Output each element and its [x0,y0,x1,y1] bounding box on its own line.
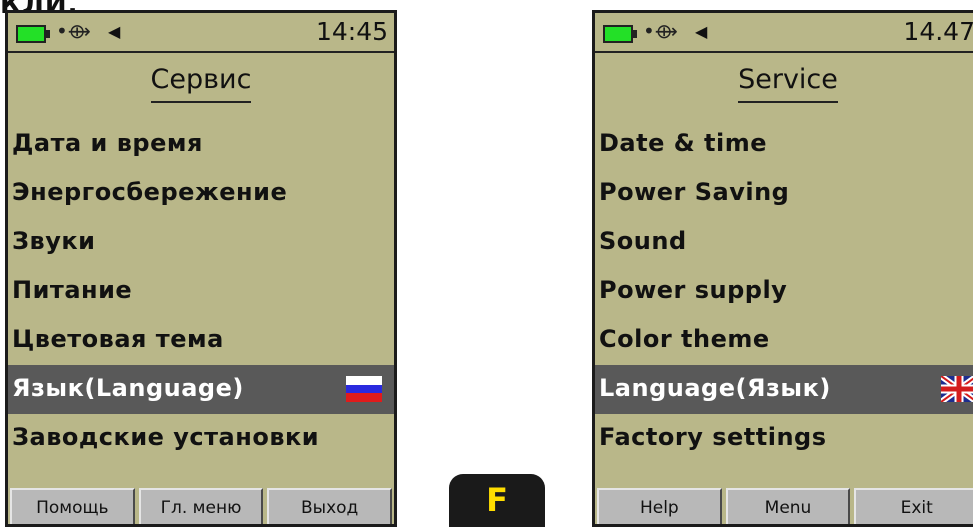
help-softkey[interactable]: Помощь [10,488,135,524]
f-key-button[interactable]: F [449,474,545,527]
status-bar: •⟴ ◀ 14:45 [8,13,394,53]
menu-item-power-supply[interactable]: Питание [8,267,394,316]
clock: 14.47 [903,17,973,46]
menu-item-power-supply[interactable]: Power supply [595,267,973,316]
softkey-bar: Help Menu Exit [595,488,973,524]
help-softkey[interactable]: Help [597,488,722,524]
menu-item-power-saving[interactable]: Энергосбережение [8,169,394,218]
speaker-icon: ◀ [108,22,121,41]
battery-icon [603,25,637,43]
menu-item-date-time[interactable]: Date & time [595,120,973,169]
menu-item-language[interactable]: Язык(Language) [8,365,394,414]
clock: 14:45 [315,17,388,46]
speaker-icon: ◀ [695,22,708,41]
screen-title: Сервис [8,65,394,103]
menu-item-date-time[interactable]: Дата и время [8,120,394,169]
battery-icon [16,25,50,43]
menu-item-language[interactable]: Language(Язык) [595,365,973,414]
device-screen-russian: •⟴ ◀ 14:45 Сервис Дата и время Энергосбе… [5,10,397,527]
usb-icon: •⟴ [643,19,678,43]
main-menu-softkey[interactable]: Гл. меню [138,488,264,524]
status-bar: •⟴ ◀ 14.47 [595,13,973,53]
usb-icon: •⟴ [56,19,91,43]
russia-flag-icon [346,376,382,402]
exit-softkey[interactable]: Exit [854,488,973,524]
menu-item-factory-settings[interactable]: Заводские установки [8,414,394,463]
screen-title: Service [595,65,973,103]
device-screen-english: •⟴ ◀ 14.47 Service Date & time Power Sav… [592,10,973,527]
menu-softkey[interactable]: Menu [725,488,851,524]
menu-item-factory-settings[interactable]: Factory settings [595,414,973,463]
menu-item-power-saving[interactable]: Power Saving [595,169,973,218]
service-menu: Дата и время Энергосбережение Звуки Пита… [8,120,394,463]
service-menu: Date & time Power Saving Sound Power sup… [595,120,973,463]
uk-flag-icon [941,376,973,402]
menu-item-color-theme[interactable]: Цветовая тема [8,316,394,365]
menu-item-sound[interactable]: Sound [595,218,973,267]
menu-item-color-theme[interactable]: Color theme [595,316,973,365]
exit-softkey[interactable]: Выход [267,488,393,524]
softkey-bar: Помощь Гл. меню Выход [8,488,394,524]
menu-item-sounds[interactable]: Звуки [8,218,394,267]
